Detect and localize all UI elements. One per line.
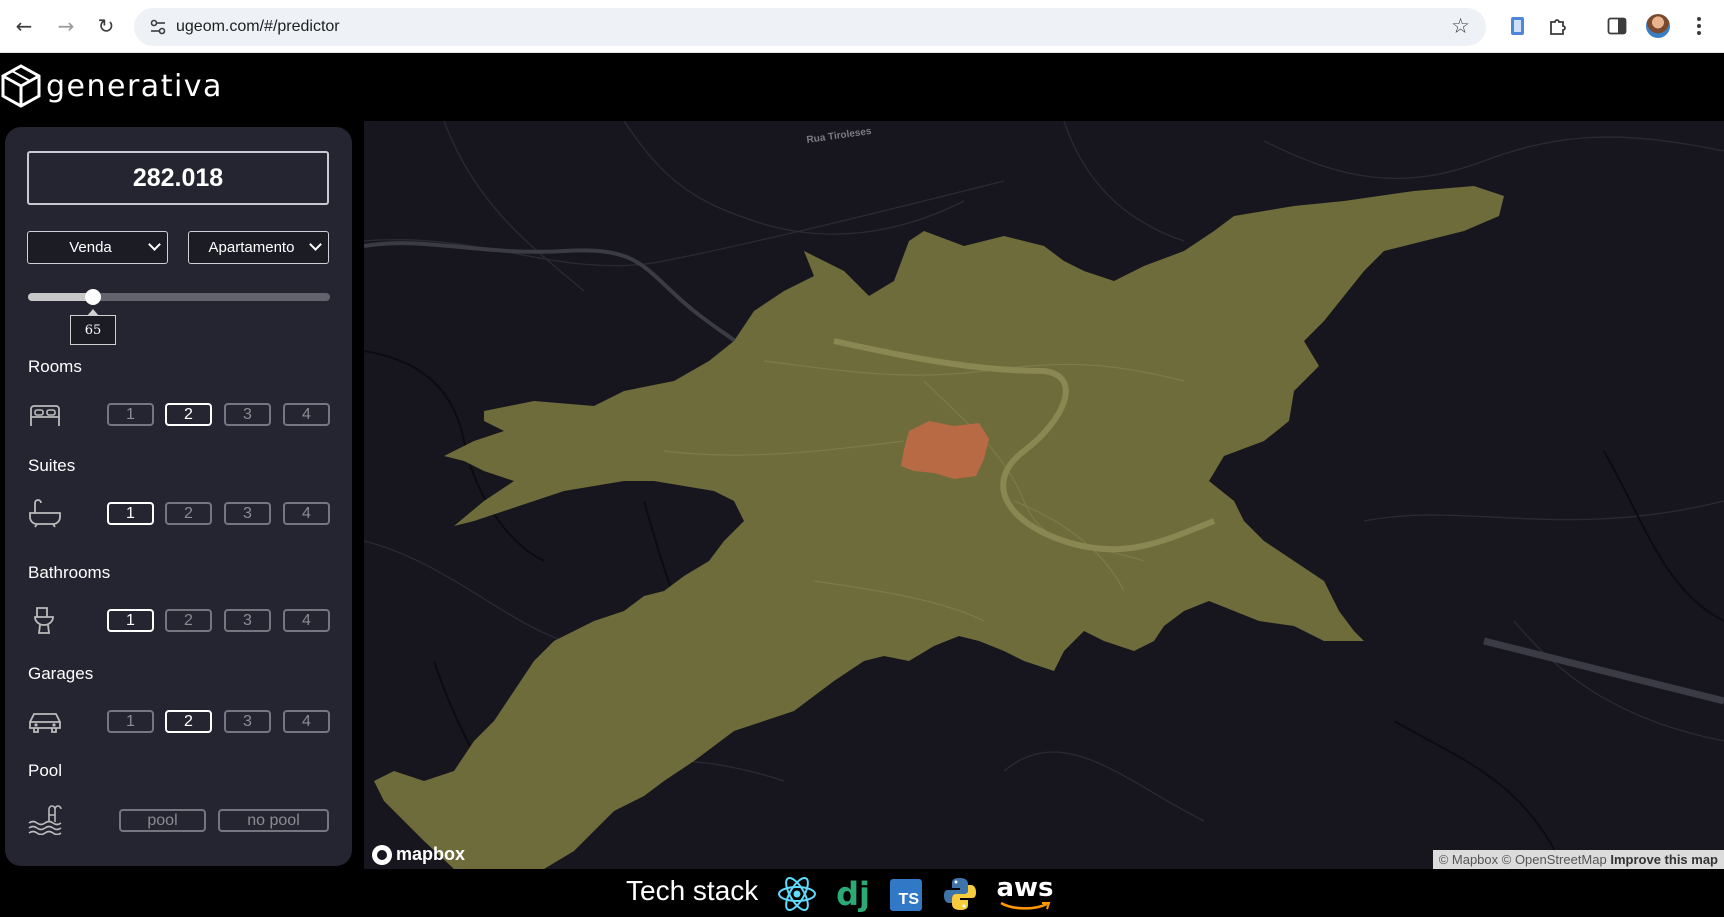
bathtub-icon <box>29 499 61 528</box>
improve-map-link[interactable]: Improve this map <box>1610 852 1718 867</box>
mapbox-text: mapbox <box>396 844 466 864</box>
suites-option-3[interactable]: 3 <box>224 502 271 525</box>
suites-label: Suites <box>28 456 76 475</box>
area-slider-value: 65 <box>70 309 116 345</box>
bathrooms-option-4[interactable]: 4 <box>283 609 330 632</box>
url-text[interactable]: ugeom.com/#/predictor <box>176 18 340 36</box>
mapbox-icon <box>372 844 392 865</box>
profile-avatar[interactable] <box>1646 14 1670 38</box>
pool-label: Pool <box>28 761 63 780</box>
forward-icon[interactable]: → <box>52 12 80 40</box>
site-settings-icon[interactable] <box>148 17 168 37</box>
suites-option-4[interactable]: 4 <box>283 502 330 525</box>
typescript-icon: TS <box>890 876 922 914</box>
puzzle-extensions-icon[interactable] <box>1545 13 1571 39</box>
reload-icon[interactable]: ↻ <box>92 12 120 40</box>
garages-option-3[interactable]: 3 <box>224 710 271 733</box>
rooms-option-2[interactable]: 2 <box>165 403 212 426</box>
logo-text: generativa <box>46 68 223 104</box>
suites-option-2[interactable]: 2 <box>165 502 212 525</box>
pool-icon <box>28 805 62 835</box>
bathrooms-option-1[interactable]: 1 <box>107 609 154 632</box>
predicted-price: 282.018 <box>27 151 329 205</box>
bathrooms-option-2[interactable]: 2 <box>165 609 212 632</box>
rooms-option-3[interactable]: 3 <box>224 403 271 426</box>
tech-stack-label: Tech stack <box>626 875 759 906</box>
app-header: generativa <box>0 54 1724 121</box>
transaction-type-value: Venda <box>69 239 112 256</box>
pool-option-no-pool[interactable]: no pool <box>218 809 329 832</box>
chevron-down-icon <box>309 238 322 251</box>
street-label: Rua Tiroleses <box>806 126 873 146</box>
property-type-value: Apartamento <box>208 239 295 256</box>
car-icon <box>29 713 61 733</box>
aws-text: aws <box>996 873 1054 903</box>
browser-chrome: ← → ↻ ugeom.com/#/predictor ☆ <box>0 0 1724 53</box>
extension-icon[interactable] <box>1505 13 1531 39</box>
map-attribution: © Mapbox © OpenStreetMap Improve this ma… <box>1432 850 1724 869</box>
generativa-logo[interactable]: generativa <box>0 62 223 110</box>
rooms-label: Rooms <box>28 357 82 376</box>
transaction-type-select[interactable]: Venda <box>27 231 168 264</box>
back-icon[interactable]: ← <box>10 12 38 40</box>
aws-smile-icon <box>1000 901 1051 910</box>
rooms-option-1[interactable]: 1 <box>107 403 154 426</box>
pool-option-pool[interactable]: pool <box>119 809 206 832</box>
bookmark-star-icon[interactable]: ☆ <box>1451 14 1470 38</box>
rooms-option-4[interactable]: 4 <box>283 403 330 426</box>
highway <box>1483 637 1724 705</box>
python-icon <box>941 875 979 913</box>
map-canvas[interactable]: Rua Tiroleses <box>364 121 1724 869</box>
property-type-select[interactable]: Apartamento <box>188 231 329 264</box>
react-icon <box>776 875 818 913</box>
side-panel-icon[interactable] <box>1604 13 1630 39</box>
area-slider[interactable] <box>28 289 330 305</box>
area-slider-fill <box>28 293 93 301</box>
map-view[interactable]: Rua Tiroleses mapbox © Mapbox © OpenStre… <box>364 121 1724 869</box>
garages-label: Garages <box>28 664 94 683</box>
bathrooms-option-3[interactable]: 3 <box>224 609 271 632</box>
cube-logo-icon <box>1 64 41 108</box>
toilet-icon <box>34 607 54 634</box>
more-menu-icon[interactable] <box>1686 13 1712 39</box>
area-slider-thumb[interactable] <box>85 289 101 305</box>
attribution-text[interactable]: © Mapbox © OpenStreetMap <box>1439 852 1607 867</box>
garages-option-4[interactable]: 4 <box>283 710 330 733</box>
bathrooms-label: Bathrooms <box>28 563 111 582</box>
mapbox-logo[interactable]: mapbox <box>372 844 465 865</box>
coverage-region[interactable] <box>374 186 1504 869</box>
suites-option-1[interactable]: 1 <box>107 502 154 525</box>
footer: Tech stack dj TS aws <box>0 869 1724 917</box>
chevron-down-icon <box>148 238 161 251</box>
aws-icon: aws <box>996 875 1054 913</box>
django-icon: dj <box>836 875 870 913</box>
garages-option-1[interactable]: 1 <box>107 710 154 733</box>
address-bar[interactable]: ugeom.com/#/predictor ☆ <box>134 8 1486 46</box>
bed-icon <box>30 405 60 426</box>
predictor-sidebar: 282.018 Venda Apartamento 65 Rooms 1 2 3… <box>5 127 352 866</box>
typescript-text: TS <box>890 879 922 911</box>
selected-neighborhood[interactable] <box>901 421 989 479</box>
garages-option-2[interactable]: 2 <box>165 710 212 733</box>
